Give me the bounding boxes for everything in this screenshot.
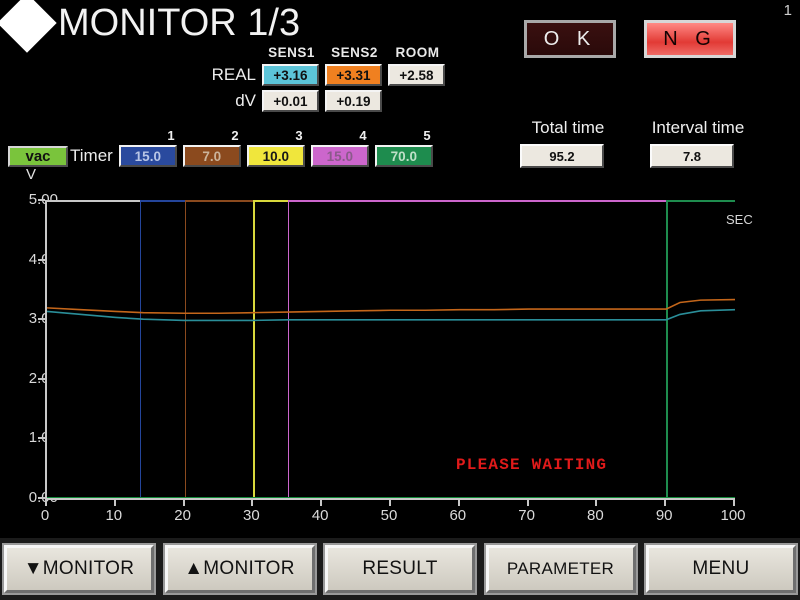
chart-y-tick-mark — [38, 318, 45, 320]
sensor-col-sens2: SENS2 — [323, 45, 386, 60]
bottom-button-bar: ▼MONITOR ▲MONITOR RESULT PARAMETER MENU — [0, 538, 800, 600]
interval-time-block: Interval time 7.8 — [650, 118, 746, 168]
chart-y-tick-mark — [38, 437, 45, 439]
sensor-table: SENS1 SENS2 ROOM REAL +3.16 +3.31 +2.58 … — [196, 45, 451, 112]
voltage-unit-label: V — [26, 166, 36, 183]
sensor-row-real-label: REAL — [196, 65, 262, 85]
chart-x-tick-mark — [251, 500, 253, 506]
chart-x-tick-mark — [45, 500, 47, 506]
chart-x-tick-label: 10 — [105, 507, 122, 524]
monitor-up-button[interactable]: ▲MONITOR — [165, 545, 315, 593]
chart-x-tick-label: 30 — [243, 507, 260, 524]
chart-x-tick-mark — [458, 500, 460, 506]
timer-value-5[interactable]: 70.0 — [375, 145, 433, 167]
chart-x-tick-label: 80 — [587, 507, 604, 524]
chart-curves — [47, 200, 735, 498]
chart-y-tick-mark — [38, 259, 45, 261]
page-title: MONITOR 1/3 — [6, 2, 300, 44]
real-sens2-value[interactable]: +3.31 — [325, 64, 382, 86]
interval-time-caption: Interval time — [650, 118, 746, 138]
chart-series-sens2 — [47, 300, 735, 314]
sensor-table-header: SENS1 SENS2 ROOM — [260, 45, 451, 60]
timer-number-2: 2 — [203, 128, 267, 143]
status-lamp-ng[interactable]: N G — [644, 20, 736, 58]
chart-baseline — [47, 497, 735, 499]
chart-x-tick-label: 100 — [720, 507, 745, 524]
total-time-value[interactable]: 95.2 — [520, 144, 604, 168]
interval-time-value[interactable]: 7.8 — [650, 144, 734, 168]
monitor-screen: MONITOR 1/3 1 O K N G SENS1 SENS2 ROOM R… — [0, 0, 800, 600]
sensor-row-dv: dV +0.01 +0.19 — [196, 90, 451, 112]
sensor-row-dv-label: dV — [196, 91, 262, 111]
vac-indicator[interactable]: vac — [8, 146, 68, 167]
result-button[interactable]: RESULT — [325, 545, 475, 593]
timer-value-4[interactable]: 15.0 — [311, 145, 369, 167]
real-room-value[interactable]: +2.58 — [388, 64, 445, 86]
timer-number-5: 5 — [395, 128, 459, 143]
chart-x-tick-label: 0 — [41, 507, 49, 524]
dv-sens2-value[interactable]: +0.19 — [325, 90, 382, 112]
waiting-message: PLEASE WAITING — [456, 456, 607, 474]
timer-row: 1 2 3 4 5 vac Timer 15.0 7.0 10.0 15.0 7… — [8, 128, 459, 167]
parameter-button[interactable]: PARAMETER — [486, 545, 636, 593]
chart-x-tick-label: 60 — [449, 507, 466, 524]
status-lamp-ok-label: O K — [544, 28, 596, 51]
timer-number-1: 1 — [139, 128, 203, 143]
sensor-col-sens1: SENS1 — [260, 45, 323, 60]
diamond-icon — [0, 0, 57, 53]
chart-x-tick-mark — [664, 500, 666, 506]
timer-numbers: 1 2 3 4 5 — [139, 128, 459, 143]
timer-value-1[interactable]: 15.0 — [119, 145, 177, 167]
chart-x-tick-label: 90 — [656, 507, 673, 524]
chart-x-tick-mark — [389, 500, 391, 506]
corner-number: 1 — [784, 2, 792, 19]
timer-number-4: 4 — [331, 128, 395, 143]
monitor-down-button[interactable]: ▼MONITOR — [4, 545, 154, 593]
chart-x-tick-mark — [320, 500, 322, 506]
page-title-text: MONITOR 1/3 — [58, 4, 300, 42]
chart-x-tick-mark — [527, 500, 529, 506]
total-time-block: Total time 95.2 — [520, 118, 616, 168]
status-lamp-ng-label: N G — [663, 28, 717, 51]
real-sens1-value[interactable]: +3.16 — [262, 64, 319, 86]
monitor-chart: 0.001.002.003.004.005.00 010203040506070… — [0, 186, 800, 534]
chart-x-tick-mark — [733, 500, 735, 506]
timer-values-row: vac Timer 15.0 7.0 10.0 15.0 70.0 — [8, 145, 459, 167]
sensor-col-room: ROOM — [386, 45, 449, 60]
chart-x-tick-label: 20 — [174, 507, 191, 524]
chart-plot-area[interactable] — [45, 200, 735, 500]
chart-x-tick-mark — [183, 500, 185, 506]
timer-value-3[interactable]: 10.0 — [247, 145, 305, 167]
chart-x-tick-mark — [114, 500, 116, 506]
sensor-row-real: REAL +3.16 +3.31 +2.58 — [196, 64, 451, 86]
chart-y-tick-mark — [38, 497, 45, 499]
chart-x-tick-label: 50 — [381, 507, 398, 524]
chart-series-sens1 — [47, 310, 735, 321]
chart-x-tick-label: 70 — [518, 507, 535, 524]
timer-value-2[interactable]: 7.0 — [183, 145, 241, 167]
menu-button[interactable]: MENU — [646, 545, 796, 593]
timer-number-3: 3 — [267, 128, 331, 143]
chart-x-axis-unit: SEC — [726, 212, 753, 227]
chart-y-tick-mark — [38, 378, 45, 380]
chart-y-tick-mark — [38, 199, 45, 201]
total-time-caption: Total time — [520, 118, 616, 138]
dv-sens1-value[interactable]: +0.01 — [262, 90, 319, 112]
chart-x-tick-mark — [595, 500, 597, 506]
status-lamp-ok[interactable]: O K — [524, 20, 616, 58]
chart-x-tick-label: 40 — [312, 507, 329, 524]
timer-label: Timer — [70, 146, 113, 166]
